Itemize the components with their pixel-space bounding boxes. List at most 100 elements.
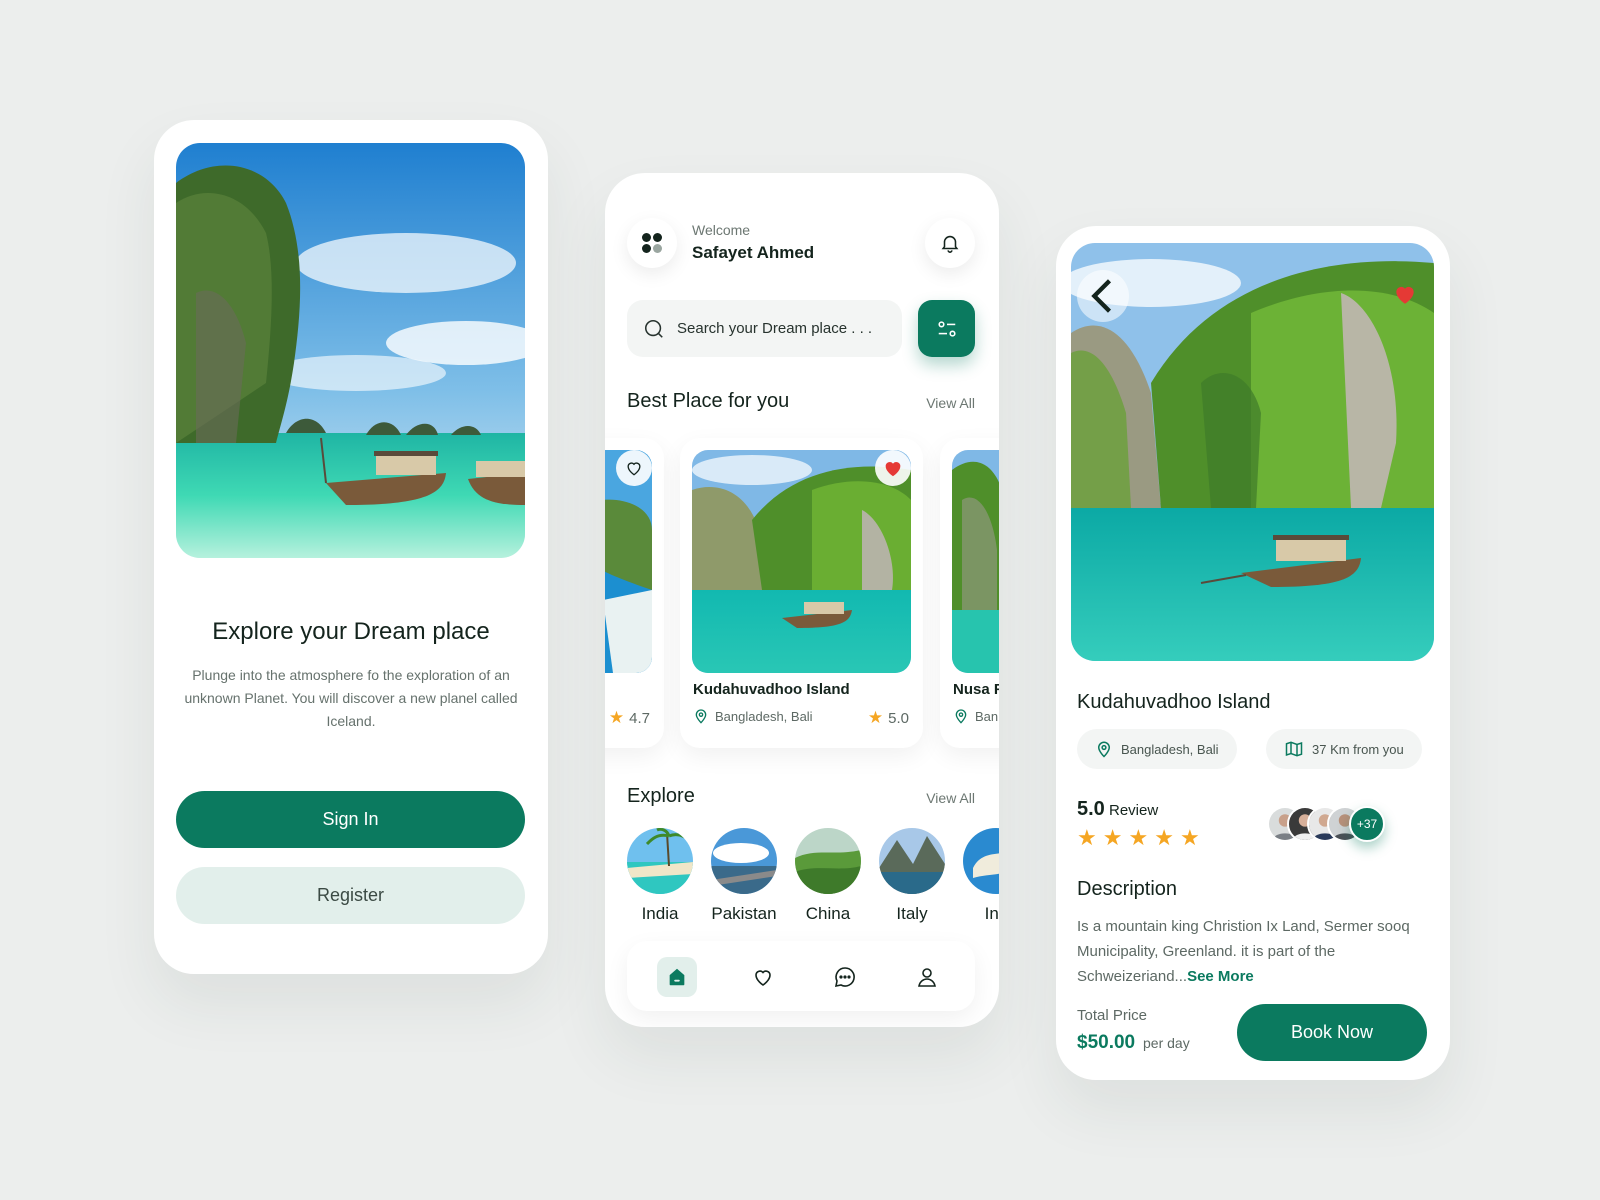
home-screen: Welcome Safayet Ahmed Search your Dream … bbox=[605, 173, 999, 1027]
explore-view-all[interactable]: View All bbox=[926, 790, 975, 806]
explore-countries: India Pakistan China Italy Inc bbox=[627, 828, 999, 928]
country-name: India bbox=[641, 904, 679, 923]
review-summary: 5.0 Review bbox=[1077, 798, 1158, 821]
place-location: Bangladesh, Bali bbox=[693, 708, 813, 724]
country-item-pakistan[interactable]: Pakistan bbox=[711, 828, 777, 924]
search-icon bbox=[644, 319, 663, 338]
country-item-china[interactable]: China bbox=[795, 828, 861, 924]
welcome-label: Welcome bbox=[692, 222, 751, 238]
explore-title: Explore bbox=[627, 785, 695, 807]
price-label: Total Price bbox=[1077, 1007, 1148, 1024]
star-icon: ★ bbox=[608, 708, 625, 727]
price-unit: per day bbox=[1143, 1035, 1190, 1051]
country-item-india[interactable]: India bbox=[627, 828, 693, 924]
place-card[interactable]: ★ 4.7 bbox=[605, 438, 664, 748]
sign-in-button[interactable]: Sign In bbox=[176, 791, 525, 848]
map-icon bbox=[1285, 741, 1303, 757]
reviewer-avatars[interactable]: +37 bbox=[1267, 806, 1407, 846]
description-title: Description bbox=[1077, 878, 1178, 900]
country-name: Pakistan bbox=[711, 904, 777, 923]
price: $50.00 per day bbox=[1077, 1032, 1190, 1054]
best-place-title: Best Place for you bbox=[627, 390, 790, 412]
chevron-left-icon bbox=[1091, 279, 1112, 313]
favorite-toggle[interactable] bbox=[616, 450, 652, 486]
location-pin-icon bbox=[1097, 741, 1111, 758]
star-icon: ★ bbox=[1128, 825, 1149, 850]
profile-icon bbox=[918, 968, 936, 987]
place-card-image bbox=[692, 450, 911, 673]
star-icon: ★ bbox=[867, 708, 884, 727]
review-label: Review bbox=[1108, 802, 1159, 819]
price-amount: $50.00 bbox=[1077, 1032, 1136, 1053]
menu-button[interactable] bbox=[627, 218, 677, 268]
country-item-italy[interactable]: Italy bbox=[879, 828, 945, 924]
home-icon bbox=[669, 968, 685, 986]
filter-icon bbox=[937, 320, 956, 337]
bell-icon bbox=[941, 235, 959, 253]
rating-value: 4.7 bbox=[629, 709, 650, 727]
country-thumbnail bbox=[879, 828, 945, 894]
star-icon: ★ bbox=[1077, 825, 1097, 850]
star-rating: ★ ★ ★ ★ ★ bbox=[1077, 827, 1200, 849]
heart-filled-icon bbox=[885, 462, 901, 477]
favorite-toggle[interactable] bbox=[1392, 281, 1418, 307]
hero-image bbox=[176, 143, 525, 558]
best-place-view-all[interactable]: View All bbox=[926, 395, 975, 411]
bottom-tab-bar bbox=[627, 941, 975, 1011]
detail-screen: Kudahuvadhoo Island Bangladesh, Bali 37 … bbox=[1056, 226, 1450, 1080]
review-rating: 5.0 bbox=[1077, 798, 1105, 820]
heart-icon bbox=[755, 970, 771, 986]
onboarding-description: Plunge into the atmosphere fo the explor… bbox=[184, 667, 518, 729]
country-name: Inc bbox=[984, 904, 999, 923]
destination-image bbox=[1071, 243, 1434, 661]
country-thumbnail bbox=[627, 828, 693, 894]
location-text: Ban bbox=[975, 708, 999, 724]
more-reviewers-badge[interactable]: +37 bbox=[1349, 806, 1385, 842]
country-name: Italy bbox=[896, 904, 928, 923]
onboarding-screen: Explore your Dream place Plunge into the… bbox=[154, 120, 548, 974]
country-item-indonesia[interactable]: Inc bbox=[963, 828, 999, 924]
place-name: Nusa F bbox=[953, 681, 999, 698]
distance-chip: 37 Km from you bbox=[1266, 729, 1422, 769]
distance-text: 37 Km from you bbox=[1312, 741, 1404, 757]
place-card[interactable]: Kudahuvadhoo Island Bangladesh, Bali ★ 5… bbox=[680, 438, 923, 748]
heart-outline-icon bbox=[627, 462, 641, 476]
location-text: Bangladesh, Bali bbox=[715, 708, 813, 724]
country-thumbnail bbox=[963, 828, 999, 894]
star-icon: ★ bbox=[1154, 825, 1174, 850]
tab-favorites[interactable] bbox=[743, 957, 783, 997]
place-card-image bbox=[952, 450, 999, 673]
see-more-link[interactable]: See More bbox=[1187, 968, 1254, 985]
chat-icon bbox=[834, 967, 855, 988]
tab-profile[interactable] bbox=[907, 957, 947, 997]
location-chip: Bangladesh, Bali bbox=[1077, 729, 1237, 769]
place-card[interactable]: Nusa F Ban bbox=[940, 438, 999, 748]
location-text: Bangladesh, Bali bbox=[1121, 741, 1219, 757]
place-rating: ★ 4.7 bbox=[609, 708, 650, 728]
country-thumbnail bbox=[795, 828, 861, 894]
rating-value: 5.0 bbox=[888, 709, 909, 727]
place-location: Ban bbox=[953, 708, 998, 724]
place-name: Kudahuvadhoo Island bbox=[693, 681, 850, 698]
star-icon: ★ bbox=[1179, 825, 1200, 850]
onboarding-title: Explore your Dream place bbox=[212, 618, 490, 645]
back-button[interactable] bbox=[1077, 270, 1129, 322]
menu-dots-icon bbox=[642, 233, 662, 253]
location-pin-icon bbox=[955, 709, 967, 724]
tab-messages[interactable] bbox=[825, 957, 865, 997]
place-rating: ★ 5.0 bbox=[868, 708, 909, 728]
notification-button[interactable] bbox=[925, 218, 975, 268]
country-name: China bbox=[805, 904, 851, 923]
favorite-toggle[interactable] bbox=[875, 450, 911, 486]
search-input[interactable]: Search your Dream place . . . bbox=[627, 300, 902, 357]
destination-name: Kudahuvadhoo Island bbox=[1077, 691, 1271, 713]
register-button[interactable]: Register bbox=[176, 867, 525, 924]
user-name: Safayet Ahmed bbox=[692, 243, 815, 262]
filter-button[interactable] bbox=[918, 300, 975, 357]
book-now-button[interactable]: Book Now bbox=[1237, 1004, 1427, 1061]
country-thumbnail bbox=[711, 828, 777, 894]
tab-home[interactable] bbox=[657, 957, 697, 997]
search-placeholder: Search your Dream place . . . bbox=[677, 320, 873, 337]
location-pin-icon bbox=[695, 709, 707, 724]
star-icon: ★ bbox=[1102, 825, 1123, 850]
